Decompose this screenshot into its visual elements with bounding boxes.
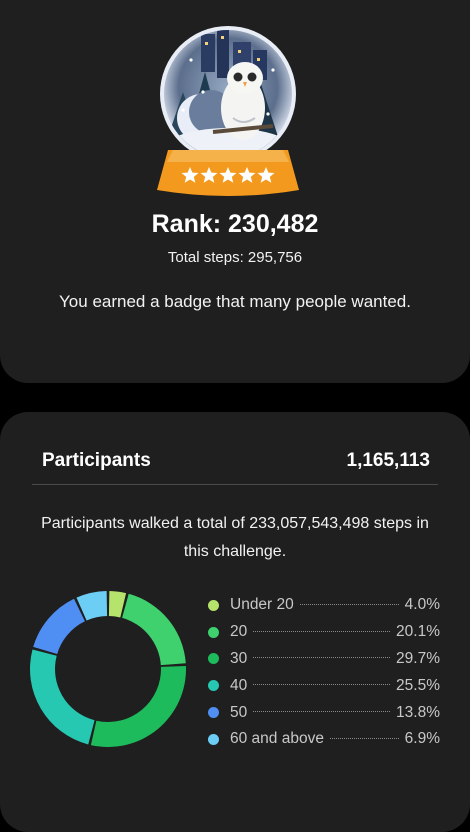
legend-item-40: 40 25.5% xyxy=(208,672,440,699)
participants-count: 1,165,113 xyxy=(346,450,430,471)
leader-dots xyxy=(329,737,399,739)
donut-segment-30 xyxy=(90,665,186,747)
legend-dot xyxy=(208,707,219,719)
legend-value: 13.8% xyxy=(396,703,440,721)
leader-dots xyxy=(253,657,391,659)
legend-item-50: 50 13.8% xyxy=(208,699,440,726)
legend-label: Under 20 xyxy=(230,596,294,614)
legend-value: 25.5% xyxy=(396,676,440,694)
rank-text: Rank: 230,482 xyxy=(151,210,319,238)
legend-label: 40 xyxy=(230,676,248,694)
legend-dot xyxy=(208,680,219,692)
legend-item-60-and-above: 60 and above 6.9% xyxy=(208,726,440,753)
legend-item-20: 20 20.1% xyxy=(208,619,440,646)
leader-dots xyxy=(299,603,399,605)
participants-description: Participants walked a total of 233,057,5… xyxy=(41,515,429,560)
legend-item-30: 30 29.7% xyxy=(208,646,440,673)
age-distribution-donut-chart xyxy=(29,591,186,747)
legend-label: 20 xyxy=(230,623,248,641)
legend-dot xyxy=(208,733,219,745)
legend-label: 60 and above xyxy=(230,730,324,748)
age-legend: Under 20 4.0% 20 20.1% 30 29.7% 40 25.5%… xyxy=(208,592,440,753)
leader-dots xyxy=(253,630,391,632)
legend-value: 4.0% xyxy=(404,596,440,614)
badge-message: You earned a badge that many people want… xyxy=(59,292,411,311)
badge-card: Rank: 230,482 Total steps: 295,756 You e… xyxy=(0,0,470,383)
legend-dot xyxy=(208,626,219,638)
donut-segment-50 xyxy=(33,598,85,654)
leader-dots xyxy=(253,684,391,686)
legend-value: 6.9% xyxy=(404,730,440,748)
legend-value: 29.7% xyxy=(396,649,440,667)
leader-dots xyxy=(253,711,391,713)
participants-card: Participants 1,165,113 Participants walk… xyxy=(0,412,470,832)
legend-label: 50 xyxy=(230,703,248,721)
total-steps-text: Total steps: 295,756 xyxy=(167,249,303,266)
participants-header: Participants 1,165,113 xyxy=(32,445,438,477)
participants-title: Participants xyxy=(42,450,151,471)
legend-dot xyxy=(208,599,219,611)
donut-segment-20 xyxy=(122,593,186,666)
divider xyxy=(32,484,438,485)
legend-dot xyxy=(208,653,219,665)
legend-value: 20.1% xyxy=(396,623,440,641)
snow-globe-owl-badge-icon xyxy=(143,22,313,212)
donut-segment-40 xyxy=(29,649,95,745)
legend-item-under-20: Under 20 4.0% xyxy=(208,592,440,619)
legend-label: 30 xyxy=(230,649,248,667)
